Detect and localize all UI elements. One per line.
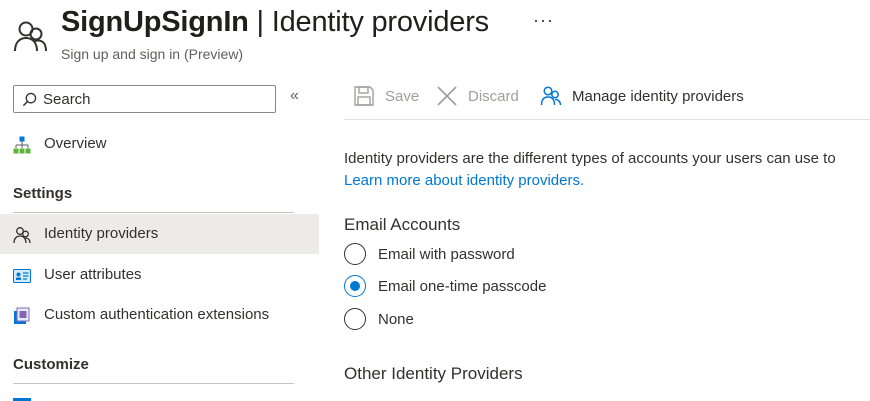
other-identity-providers-heading: Other Identity Providers: [344, 364, 523, 383]
search-icon: [22, 92, 37, 107]
manage-identity-providers-button[interactable]: Manage identity providers: [540, 84, 744, 108]
section-title-customize: Customize: [13, 356, 89, 373]
sidebar-item-custom-authentication-extensions[interactable]: Custom authentication extensions: [0, 295, 319, 335]
users-icon: [14, 21, 47, 52]
sidebar: « Overview Settings Identity providers: [0, 70, 320, 401]
save-label: Save: [385, 87, 420, 105]
search-input[interactable]: [43, 88, 271, 110]
title-page: | Identity providers: [248, 6, 490, 38]
discard-label: Discard: [468, 87, 519, 105]
section-title-settings: Settings: [13, 185, 73, 202]
page-title: SignUpSignIn | Identity providers: [61, 6, 489, 39]
sitemap-icon: [13, 136, 31, 154]
learn-more-link[interactable]: Learn more about identity providers.: [344, 172, 584, 189]
radio-email-with-password[interactable]: Email with password: [344, 242, 515, 266]
sidebar-item-user-attributes[interactable]: User attributes: [0, 255, 319, 295]
radio-circle[interactable]: [344, 308, 366, 330]
users-icon: [540, 86, 562, 106]
manage-label: Manage identity providers: [572, 87, 744, 105]
radio-none[interactable]: None: [344, 307, 414, 331]
command-bar: Save Discard Manage identity providers: [344, 70, 870, 120]
description-text: Identity providers are the different typ…: [344, 150, 836, 167]
sidebar-item-label: User attributes: [44, 266, 142, 283]
sidebar-item-label: Overview: [44, 135, 107, 152]
sidebar-item-overview[interactable]: Overview: [0, 124, 319, 164]
sidebar-item-label: Custom authentication extensions: [44, 306, 270, 323]
discard-button[interactable]: Discard: [436, 84, 519, 108]
radio-circle[interactable]: [344, 275, 366, 297]
email-accounts-heading: Email Accounts: [344, 215, 461, 234]
sidebar-item-label: Identity providers: [44, 225, 159, 242]
radio-circle[interactable]: [344, 243, 366, 265]
radio-email-one-time-passcode[interactable]: Email one-time passcode: [344, 274, 546, 298]
extension-icon: [14, 307, 30, 324]
page-header: SignUpSignIn | Identity providers Sign u…: [0, 0, 870, 70]
sidebar-item-identity-providers[interactable]: Identity providers: [0, 214, 319, 254]
radio-label: Email one-time passcode: [378, 277, 547, 295]
section-divider: [13, 212, 294, 213]
id-card-icon: [13, 269, 31, 283]
save-button[interactable]: Save: [353, 84, 419, 108]
main-content: Save Discard Manage identity providers I…: [344, 70, 870, 401]
section-divider: [13, 383, 294, 384]
page-subtitle: Sign up and sign in (Preview): [61, 46, 244, 62]
search-box[interactable]: [13, 85, 276, 113]
title-resource: SignUpSignIn: [61, 6, 249, 38]
save-icon: [354, 86, 374, 106]
radio-label: None: [378, 310, 414, 328]
users-icon: [13, 227, 31, 244]
more-options-icon[interactable]: ···: [533, 10, 554, 31]
close-icon: [437, 86, 457, 106]
radio-label: Email with password: [378, 245, 515, 263]
collapse-sidebar-icon[interactable]: «: [290, 87, 299, 105]
